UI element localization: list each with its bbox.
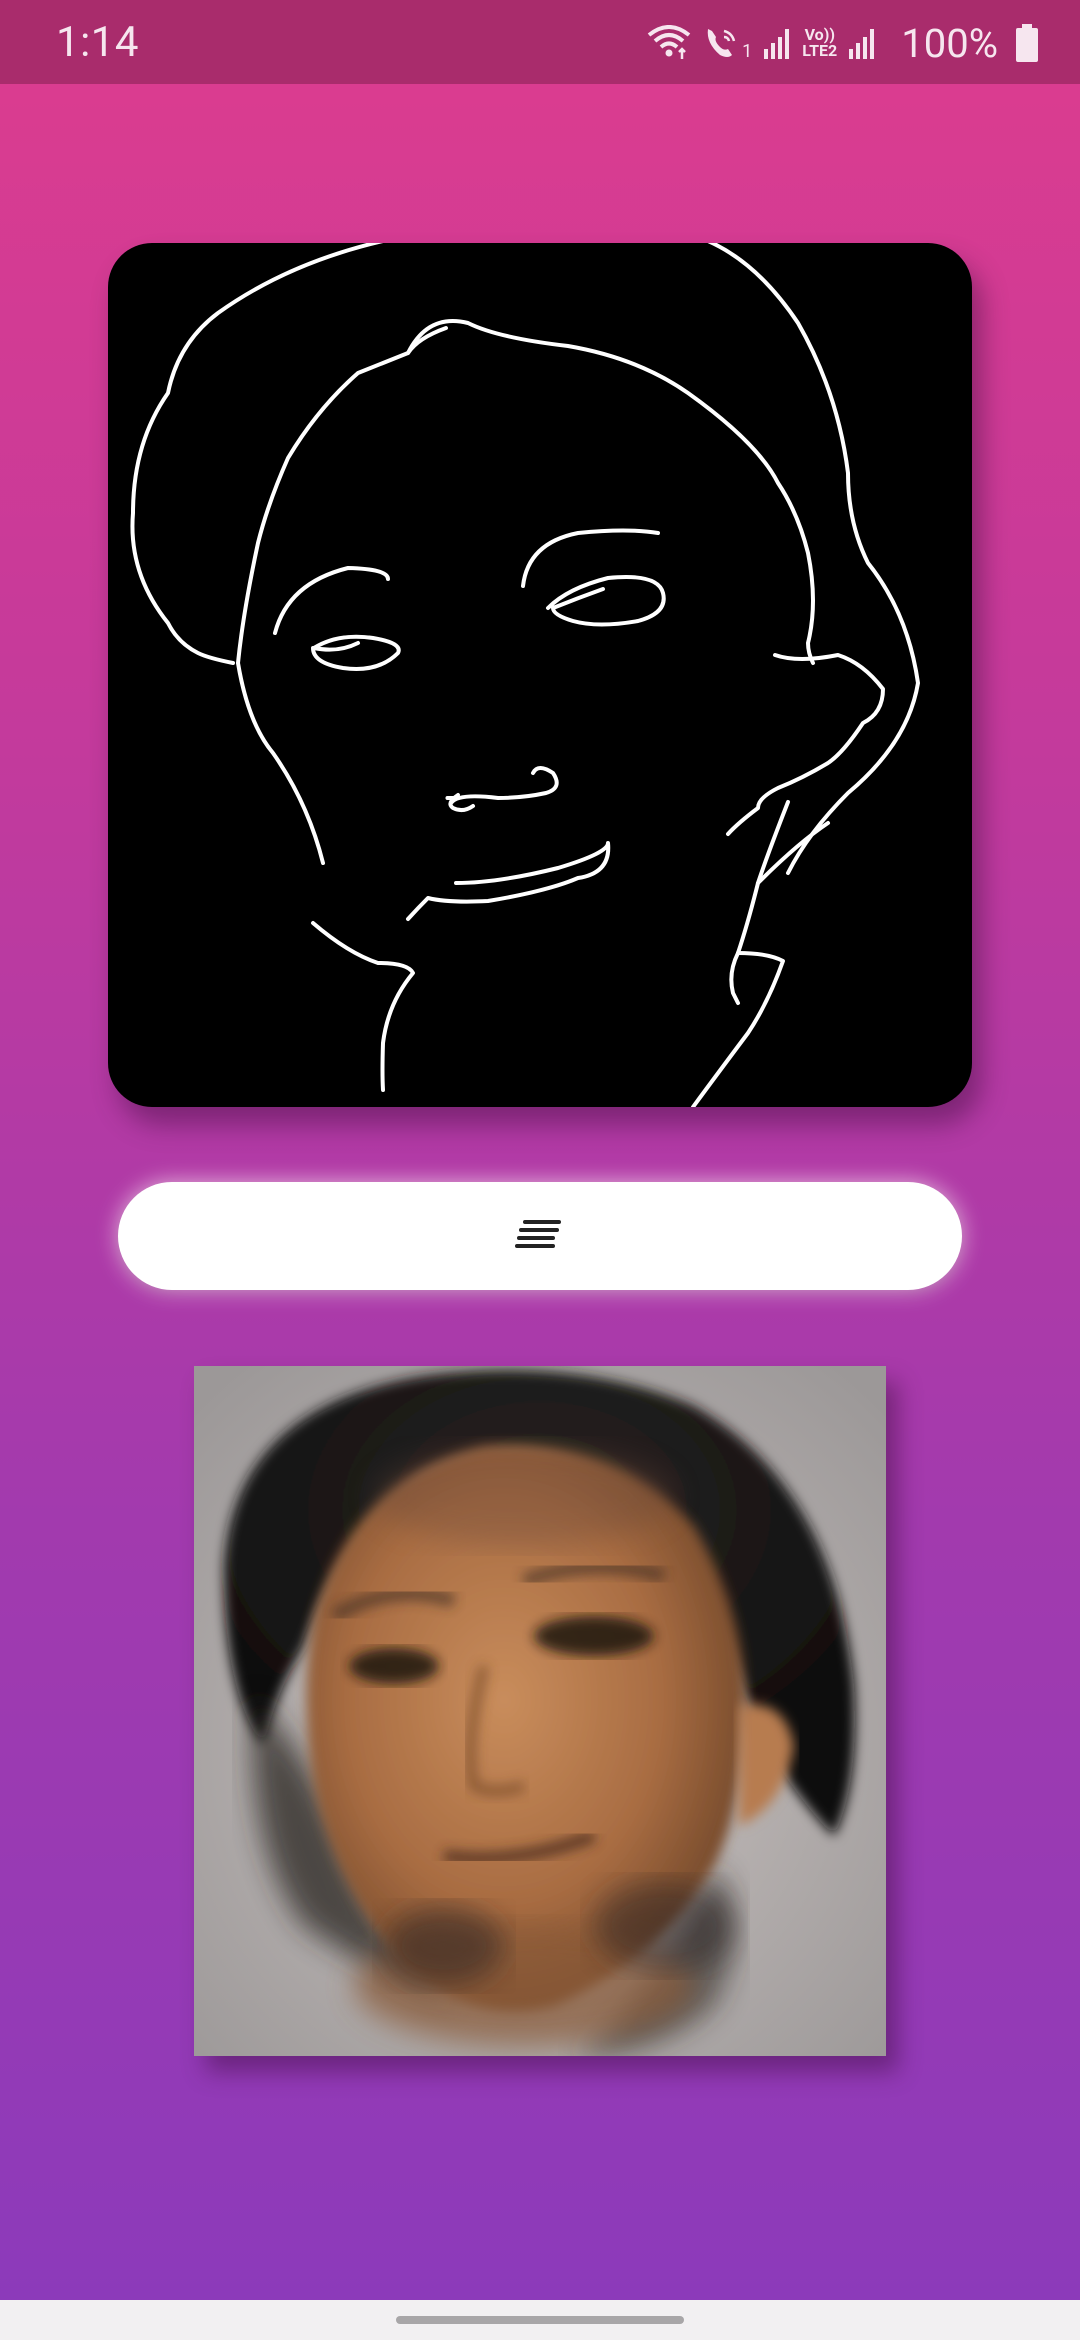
generated-portrait bbox=[194, 1366, 886, 2056]
signal-icon-2 bbox=[847, 25, 877, 61]
volte-call-icon: 1 bbox=[702, 25, 752, 62]
short-text-icon bbox=[515, 1218, 565, 1254]
navigation-bar bbox=[0, 2300, 1080, 2340]
lte-line2: LTE2 bbox=[802, 41, 838, 60]
lte-indicator: Vo)) LTE2 bbox=[802, 27, 837, 59]
call-sim-number: 1 bbox=[742, 40, 753, 62]
generate-button[interactable] bbox=[118, 1182, 962, 1290]
face-sketch-drawing bbox=[130, 243, 920, 1107]
status-icons: 1 Vo)) LTE2 100% bbox=[646, 19, 1038, 67]
wifi-calling-icon bbox=[646, 25, 692, 61]
battery-percent: 100% bbox=[901, 19, 998, 67]
battery-icon bbox=[1016, 24, 1038, 62]
status-bar: 1:14 1 Vo)) LTE2 100% bbox=[0, 0, 1080, 84]
home-gesture-handle[interactable] bbox=[396, 2316, 684, 2324]
signal-icon bbox=[762, 25, 792, 61]
status-time: 1:14 bbox=[56, 18, 139, 67]
generated-face-image bbox=[194, 1366, 886, 2056]
sketch-canvas[interactable] bbox=[108, 243, 972, 1107]
